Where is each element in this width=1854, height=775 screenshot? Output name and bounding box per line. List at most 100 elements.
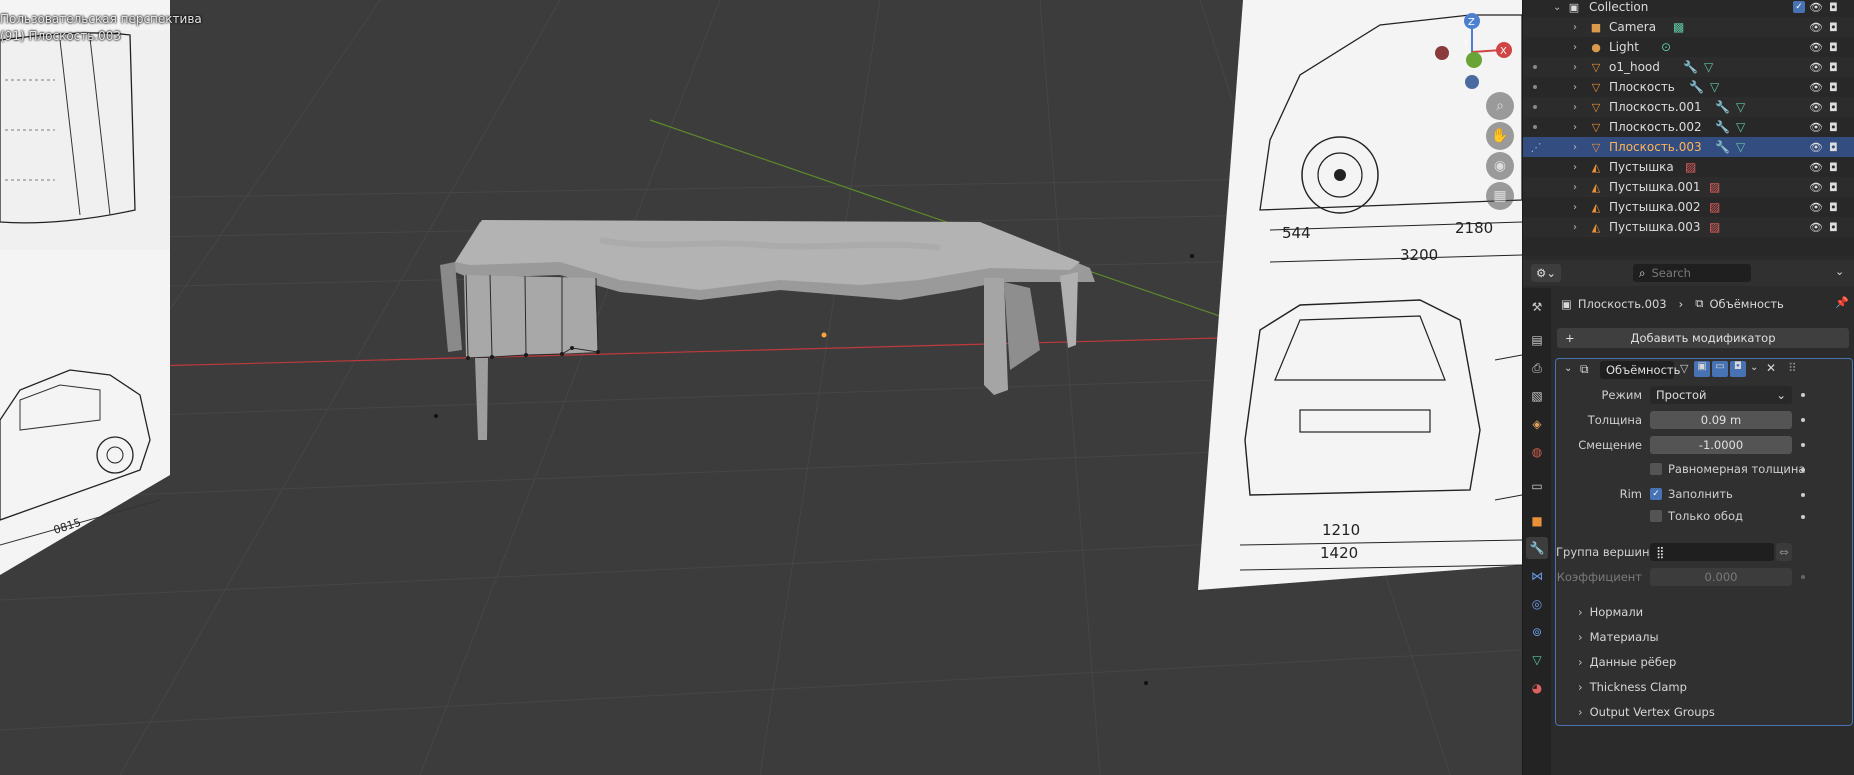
- chevron-down-icon[interactable]: ⌄: [1564, 363, 1572, 374]
- render-camera-icon[interactable]: ◘: [1829, 81, 1838, 94]
- render-camera-icon[interactable]: ◘: [1829, 181, 1838, 194]
- wrench-icon[interactable]: 🔧: [1683, 60, 1698, 74]
- render-camera-icon[interactable]: ◘: [1829, 221, 1838, 234]
- only-rim-checkbox[interactable]: [1650, 510, 1662, 522]
- eye-icon[interactable]: 👁: [1809, 221, 1823, 234]
- chevron-right-icon[interactable]: ›: [1573, 182, 1577, 193]
- eye-icon[interactable]: 👁: [1809, 61, 1823, 74]
- keyframe-dot[interactable]: [1801, 575, 1805, 579]
- render-camera-icon[interactable]: ◘: [1829, 1, 1838, 14]
- render-camera-icon[interactable]: ◘: [1829, 21, 1838, 34]
- wrench-icon[interactable]: 🔧: [1715, 100, 1730, 114]
- mode-select[interactable]: Простой ⌄: [1650, 386, 1792, 404]
- render-camera-icon[interactable]: ◘: [1829, 141, 1838, 154]
- eye-icon[interactable]: 👁: [1809, 161, 1823, 174]
- constraints-tab-icon[interactable]: ⊚: [1526, 621, 1548, 643]
- image-data-icon[interactable]: ▨: [1709, 220, 1720, 234]
- edit-mode-icon[interactable]: ⋰: [1529, 140, 1543, 154]
- render-camera-icon[interactable]: ◘: [1829, 201, 1838, 214]
- close-icon[interactable]: ✕: [1766, 361, 1776, 375]
- output-vertex-groups-subpanel[interactable]: Output Vertex Groups: [1578, 705, 1715, 719]
- modifier-name-input[interactable]: Объёмность: [1600, 361, 1680, 379]
- tool-tab-icon[interactable]: ⚒: [1526, 296, 1548, 318]
- keyframe-dot[interactable]: [1801, 515, 1805, 519]
- eye-icon[interactable]: 👁: [1809, 81, 1823, 94]
- chevron-right-icon[interactable]: ›: [1573, 42, 1577, 53]
- chevron-down-icon[interactable]: ⌄: [1553, 2, 1561, 13]
- eye-icon[interactable]: 👁: [1809, 181, 1823, 194]
- keyframe-dot[interactable]: [1801, 468, 1805, 472]
- materials-subpanel[interactable]: Материалы: [1578, 630, 1659, 644]
- fill-rim-checkbox[interactable]: ✓: [1650, 488, 1662, 500]
- chevron-right-icon[interactable]: ›: [1573, 162, 1577, 173]
- thickness-clamp-subpanel[interactable]: Thickness Clamp: [1578, 680, 1687, 694]
- keyframe-dot[interactable]: [1801, 418, 1805, 422]
- even-thickness-checkbox[interactable]: [1650, 463, 1662, 475]
- editor-type-icon[interactable]: ⚙⌄: [1531, 264, 1561, 282]
- outliner-row-collection[interactable]: ⌄ ▣ Collection ✓ 👁 ◘: [1523, 0, 1854, 17]
- mesh-data-icon[interactable]: ▽: [1704, 60, 1713, 74]
- render-toggle-icon[interactable]: ◘: [1730, 361, 1746, 377]
- modifier-tab-wrench-icon[interactable]: 🔧: [1526, 537, 1548, 559]
- 3d-viewport[interactable]: 0815 544 2180 3200 1210 1420 Z X Y Польз…: [0, 0, 1522, 775]
- material-tab-icon[interactable]: ◕: [1526, 677, 1548, 699]
- render-camera-icon[interactable]: ◘: [1829, 121, 1838, 134]
- chevron-down-icon[interactable]: ⌄: [1750, 362, 1758, 373]
- render-camera-icon[interactable]: ◘: [1829, 161, 1838, 174]
- normals-subpanel[interactable]: Нормали: [1578, 605, 1644, 619]
- collection-include-checkbox[interactable]: ✓: [1793, 1, 1805, 13]
- invert-vertex-group-icon[interactable]: ⇔: [1776, 543, 1792, 561]
- chevron-right-icon[interactable]: ›: [1573, 142, 1577, 153]
- outliner-row-camera[interactable]: › ■ Camera ▩ 👁 ◘: [1523, 17, 1854, 37]
- data-tab-icon[interactable]: ▽: [1526, 649, 1548, 671]
- keyframe-dot[interactable]: [1801, 443, 1805, 447]
- ortho-grid-icon[interactable]: ▦: [1486, 182, 1514, 210]
- collection-tab-icon[interactable]: ▭: [1526, 475, 1548, 497]
- wrench-icon[interactable]: 🔧: [1689, 80, 1704, 94]
- drag-handle-icon[interactable]: ⠿: [1788, 361, 1797, 375]
- eye-icon[interactable]: 👁: [1809, 121, 1823, 134]
- mesh-data-icon[interactable]: ▽: [1710, 80, 1719, 94]
- outliner-row-pustyshka-003[interactable]: › ◭ Пустышка.003 ▨ 👁 ◘: [1523, 217, 1854, 237]
- image-data-icon[interactable]: ▨: [1709, 180, 1720, 194]
- outliner[interactable]: ⌄ ▣ Collection ✓ 👁 ◘ › ■ Camera ▩ 👁 ◘ › …: [1523, 0, 1854, 256]
- eye-icon[interactable]: 👁: [1809, 141, 1823, 154]
- mesh-data-icon[interactable]: ▽: [1736, 100, 1745, 114]
- eye-icon[interactable]: 👁: [1809, 41, 1823, 54]
- world-tab-icon[interactable]: ◍: [1526, 441, 1548, 463]
- view-layer-tab-icon[interactable]: ▧: [1526, 385, 1548, 407]
- outliner-row-ploskost-001[interactable]: › ▽ Плоскость.001 🔧 ▽ 👁 ◘: [1523, 97, 1854, 117]
- outliner-row-pustyshka-002[interactable]: › ◭ Пустышка.002 ▨ 👁 ◘: [1523, 197, 1854, 217]
- mesh-data-icon[interactable]: ▽: [1736, 140, 1745, 154]
- outliner-row-ploskost-002[interactable]: › ▽ Плоскость.002 🔧 ▽ 👁 ◘: [1523, 117, 1854, 137]
- mesh-data-icon[interactable]: ▽: [1736, 120, 1745, 134]
- outliner-row-pustyshka-001[interactable]: › ◭ Пустышка.001 ▨ 👁 ◘: [1523, 177, 1854, 197]
- image-data-icon[interactable]: ▨: [1709, 200, 1720, 214]
- render-tab-icon[interactable]: ▤: [1526, 329, 1548, 351]
- edit-mode-toggle-icon[interactable]: ▣: [1694, 361, 1710, 377]
- outliner-row-light[interactable]: › ● Light ⊙ 👁 ◘: [1523, 37, 1854, 57]
- outliner-row-pustyshka[interactable]: › ◭ Пустышка ▨ 👁 ◘: [1523, 157, 1854, 177]
- pan-hand-icon[interactable]: ✋: [1486, 122, 1514, 150]
- light-data-icon[interactable]: ⊙: [1661, 40, 1671, 54]
- chevron-down-icon[interactable]: ⌄: [1835, 265, 1844, 278]
- viewport-toggle-icon[interactable]: ▭: [1712, 361, 1728, 377]
- vertex-group-input[interactable]: ⣿: [1650, 543, 1774, 561]
- chevron-right-icon[interactable]: ›: [1573, 122, 1577, 133]
- chevron-right-icon[interactable]: ›: [1573, 102, 1577, 113]
- offset-field[interactable]: -1.0000: [1650, 436, 1792, 454]
- pin-icon[interactable]: 📌: [1835, 296, 1849, 309]
- eye-icon[interactable]: 👁: [1809, 201, 1823, 214]
- outliner-row-ploskost[interactable]: › ▽ Плоскость 🔧 ▽ 👁 ◘: [1523, 77, 1854, 97]
- keyframe-dot[interactable]: [1801, 393, 1805, 397]
- outliner-row-ploskost-003[interactable]: ⋰ › ▽ Плоскость.003 🔧 ▽ 👁 ◘: [1523, 137, 1854, 157]
- render-camera-icon[interactable]: ◘: [1829, 101, 1838, 114]
- wrench-icon[interactable]: 🔧: [1715, 120, 1730, 134]
- particles-tab-icon[interactable]: ⋈: [1526, 565, 1548, 587]
- edit-cage-icon[interactable]: ▽: [1680, 362, 1688, 375]
- hood-mesh[interactable]: [440, 220, 1095, 440]
- scene-tab-icon[interactable]: ◈: [1526, 413, 1548, 435]
- chevron-right-icon[interactable]: ›: [1573, 22, 1577, 33]
- chevron-right-icon[interactable]: ›: [1573, 202, 1577, 213]
- camera-view-icon[interactable]: ◉: [1486, 152, 1514, 180]
